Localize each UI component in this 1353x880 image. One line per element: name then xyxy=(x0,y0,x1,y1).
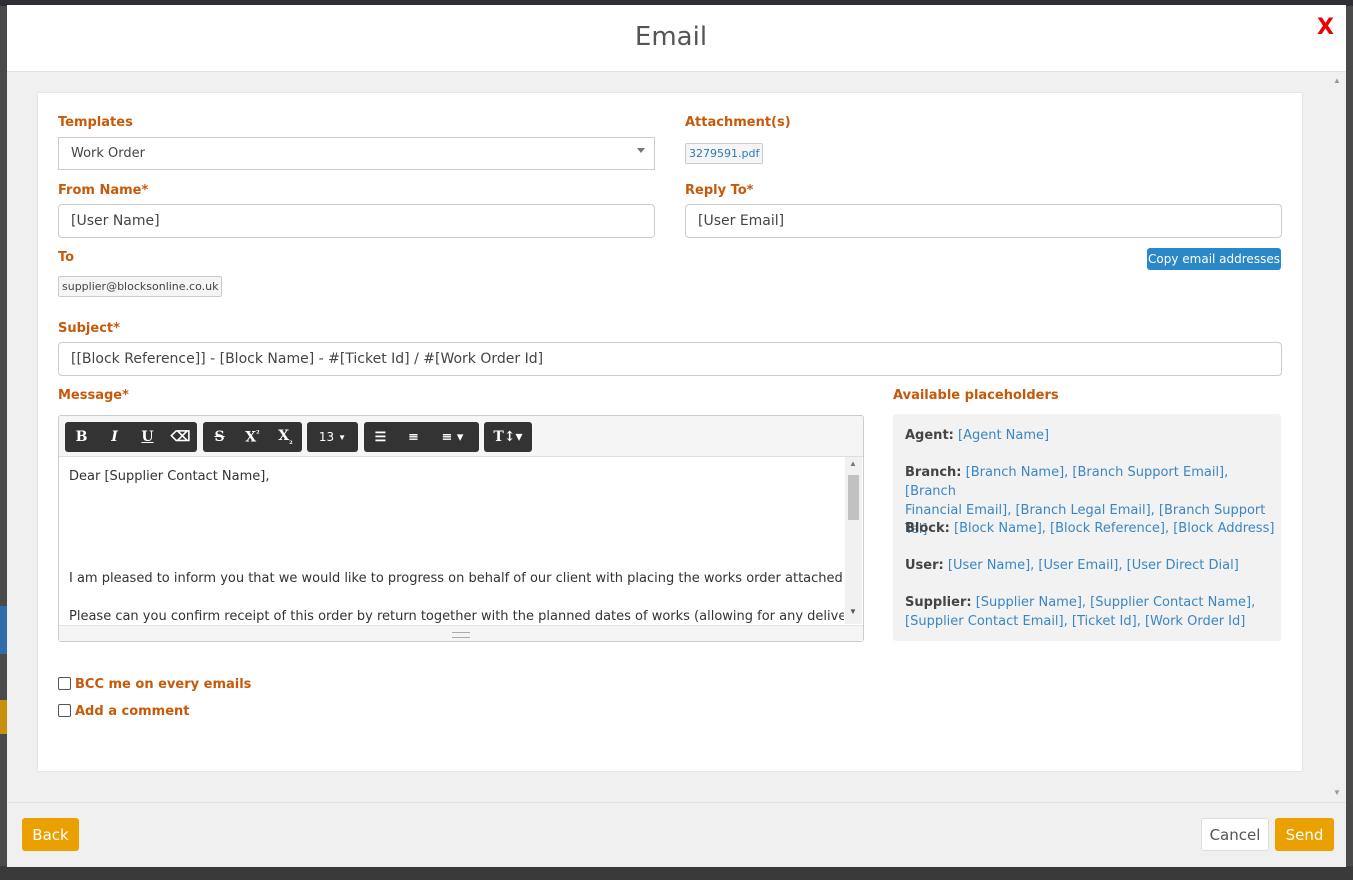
text-height-icon: T↕▾ xyxy=(493,429,523,445)
placeholder-block-links[interactable]: [Block Name], [Block Reference], [Block … xyxy=(954,521,1274,536)
message-line: Please can you confirm receipt of this o… xyxy=(69,609,844,624)
templates-selected-value: Work Order xyxy=(71,146,145,161)
placeholder-supplier-links[interactable]: [Supplier Name], [Supplier Contact Name]… xyxy=(976,595,1256,610)
add-comment-checkbox[interactable] xyxy=(58,704,71,717)
bcc-label[interactable]: BCC me on every emails xyxy=(75,677,251,692)
placeholder-user: User: [User Name], [User Email], [User D… xyxy=(905,556,1275,575)
placeholder-supplier: Supplier: [Supplier Name], [Supplier Con… xyxy=(905,593,1275,631)
modal-title: Email xyxy=(634,22,708,52)
to-recipient-tag[interactable]: supplier@blocksonline.co.uk xyxy=(58,276,223,297)
add-comment-label[interactable]: Add a comment xyxy=(75,704,190,719)
align-dropdown-icon[interactable]: ≡ ▾ xyxy=(430,430,475,445)
message-line: I am pleased to inform you that we would… xyxy=(69,571,844,586)
script-group: S X² X₂ xyxy=(203,422,302,452)
bold-button[interactable]: B xyxy=(65,429,98,445)
modal-footer xyxy=(7,802,1346,867)
scroll-down-icon[interactable]: ▼ xyxy=(849,607,857,616)
subscript-button[interactable]: X₂ xyxy=(269,428,302,446)
editor-resize-handle[interactable] xyxy=(59,625,863,641)
subject-label: Subject* xyxy=(58,321,120,336)
superscript-label: X xyxy=(245,429,257,446)
font-size-value: 13 xyxy=(318,430,335,444)
format-group: B I U ⌫ xyxy=(65,422,197,452)
placeholder-agent-label: Agent: xyxy=(905,428,954,443)
placeholder-branch-label: Branch: xyxy=(905,465,962,480)
background-panel xyxy=(0,700,7,734)
editor-content[interactable]: Dear [Supplier Contact Name], I am pleas… xyxy=(59,457,844,624)
attachment-file-link[interactable]: 3279591.pdf xyxy=(685,143,764,164)
placeholder-agent-links[interactable]: [Agent Name] xyxy=(958,428,1049,443)
modal-header: Email X xyxy=(7,5,1346,72)
italic-button[interactable]: I xyxy=(98,429,131,445)
underline-button[interactable]: U xyxy=(131,429,164,445)
bullet-list-icon[interactable]: ☰ xyxy=(364,430,397,445)
editor-scroll-thumb[interactable] xyxy=(848,475,859,520)
subject-field[interactable]: [[Block Reference]] - [Block Name] - #[T… xyxy=(58,342,1282,376)
background-panel xyxy=(0,606,7,654)
editor-toolbar: B I U ⌫ S X² X₂ 13 ▼ ☰ ≡ ≡ ▾ T↕▾ xyxy=(59,416,863,457)
placeholder-block-label: Block: xyxy=(905,521,950,536)
placeholders-panel: Agent: [Agent Name] Branch: [Branch Name… xyxy=(893,414,1281,641)
numbered-list-icon[interactable]: ≡ xyxy=(397,430,430,445)
background-footer xyxy=(0,866,1353,880)
templates-select[interactable]: Work Order xyxy=(58,137,655,170)
placeholders-title: Available placeholders xyxy=(893,388,1059,403)
strikethrough-button[interactable]: S xyxy=(203,429,236,445)
bcc-checkbox[interactable] xyxy=(58,677,71,690)
text-style-dropdown[interactable]: T↕▾ xyxy=(484,422,532,452)
superscript-button[interactable]: X² xyxy=(236,428,269,446)
placeholder-user-label: User: xyxy=(905,558,944,573)
chevron-down-icon xyxy=(637,148,645,153)
editor-scrollbar[interactable]: ▲ ▼ xyxy=(845,457,862,624)
email-modal: Email X ▲ ▼ Templates Work Order Attachm… xyxy=(7,5,1346,867)
placeholder-agent: Agent: [Agent Name] xyxy=(905,426,1275,445)
message-label: Message* xyxy=(58,388,129,403)
from-name-field[interactable]: [User Name] xyxy=(58,204,655,238)
modal-scrollbar[interactable]: ▲ ▼ xyxy=(1331,72,1346,802)
from-name-label: From Name* xyxy=(58,183,149,198)
scroll-up-icon[interactable]: ▲ xyxy=(849,459,857,468)
list-group: ☰ ≡ ≡ ▾ xyxy=(364,422,479,452)
reply-to-field[interactable]: [User Email] xyxy=(685,204,1282,238)
scroll-up-icon[interactable]: ▲ xyxy=(1333,76,1341,85)
scroll-down-icon[interactable]: ▼ xyxy=(1333,788,1341,797)
grip-icon xyxy=(452,632,470,638)
copy-email-addresses-button[interactable]: Copy email addresses xyxy=(1147,248,1281,270)
message-editor[interactable]: B I U ⌫ S X² X₂ 13 ▼ ☰ ≡ ≡ ▾ T↕▾ Dear [S… xyxy=(58,415,864,642)
to-label: To xyxy=(58,250,75,265)
send-button[interactable]: Send xyxy=(1275,818,1334,851)
close-icon[interactable]: X xyxy=(1317,15,1334,40)
placeholder-block: Block: [Block Name], [Block Reference], … xyxy=(905,519,1275,538)
font-size-dropdown[interactable]: 13 ▼ xyxy=(307,422,358,452)
subscript-label: X xyxy=(278,428,290,445)
templates-label: Templates xyxy=(58,115,133,130)
cancel-button[interactable]: Cancel xyxy=(1201,818,1269,851)
caret-down-icon: ▼ xyxy=(338,432,347,442)
placeholder-supplier-links[interactable]: [Supplier Contact Email], [Ticket Id], [… xyxy=(905,614,1245,629)
eraser-icon[interactable]: ⌫ xyxy=(164,429,197,445)
back-button[interactable]: Back xyxy=(22,818,79,851)
placeholder-supplier-label: Supplier: xyxy=(905,595,972,610)
message-line: Dear [Supplier Contact Name], xyxy=(69,469,270,484)
attachments-label: Attachment(s) xyxy=(685,115,791,130)
reply-to-label: Reply To* xyxy=(685,183,754,198)
placeholder-user-links[interactable]: [User Name], [User Email], [User Direct … xyxy=(948,558,1239,573)
